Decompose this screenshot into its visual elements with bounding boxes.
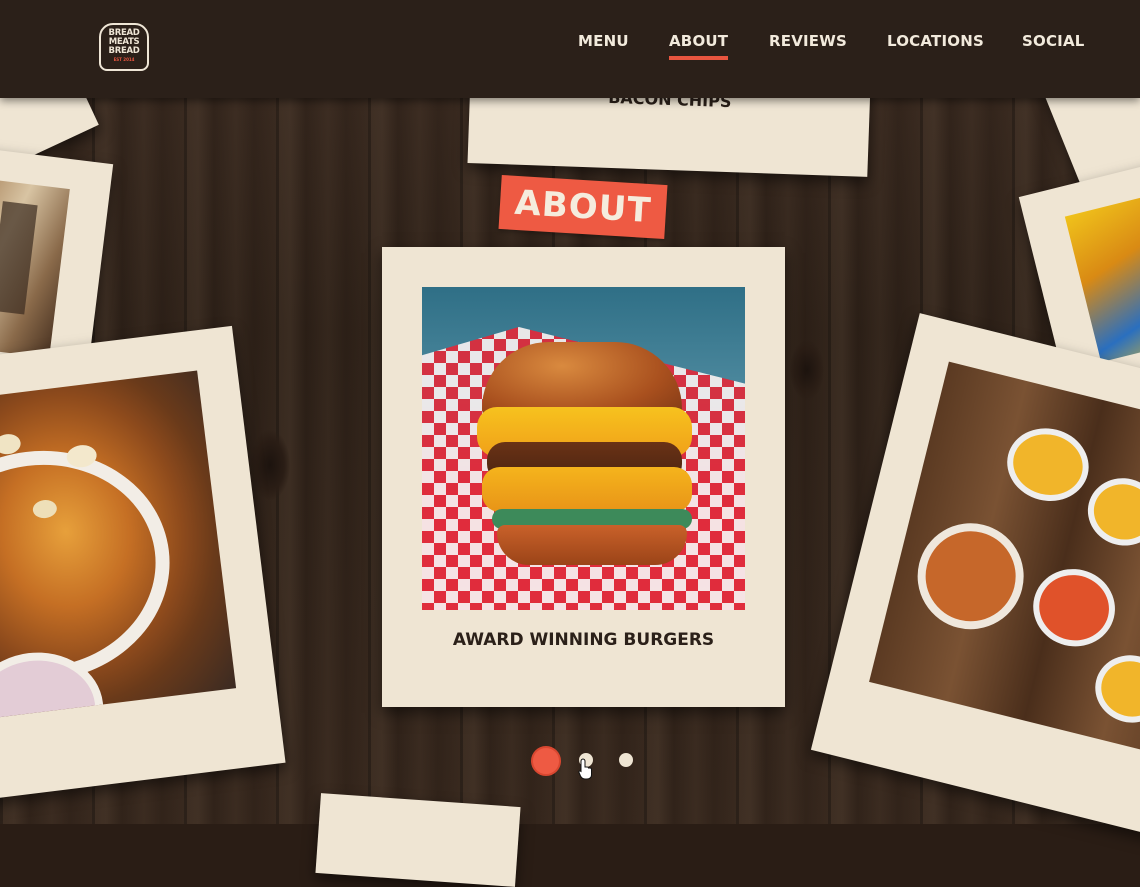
carousel-dot-1[interactable]: [531, 746, 561, 776]
polaroid-caption: AWARD WINNING BURGERS: [452, 630, 715, 650]
hand-cursor-icon: [578, 758, 592, 780]
burger-photo: [422, 287, 745, 610]
carousel-dot-3[interactable]: [619, 753, 633, 767]
nav-item-menu[interactable]: MENU: [578, 32, 629, 50]
polaroid-featured-burger[interactable]: AWARD WINNING BURGERS: [382, 247, 785, 707]
site-header: BREAD MEATS BREAD EST 2014 MENU ABOUT RE…: [0, 0, 1140, 98]
nav-item-social[interactable]: SOCIAL: [1022, 32, 1085, 50]
table-spread-photo: [869, 361, 1140, 760]
colorful-interior-photo: [1064, 182, 1140, 363]
wood-knot: [790, 340, 824, 400]
nav-item-about[interactable]: ABOUT: [669, 32, 729, 60]
restaurant-interior-photo: [0, 169, 70, 358]
nav-item-locations[interactable]: LOCATIONS: [887, 32, 984, 50]
main-nav: MENU ABOUT REVIEWS LOCATIONS SOCIAL: [0, 32, 1140, 62]
about-heading-badge: ABOUT: [498, 174, 668, 240]
polaroid-bottom: [315, 793, 521, 887]
poutine-photo: [0, 370, 237, 719]
nav-item-reviews[interactable]: REVIEWS: [769, 32, 847, 50]
wood-knot: [250, 430, 290, 500]
